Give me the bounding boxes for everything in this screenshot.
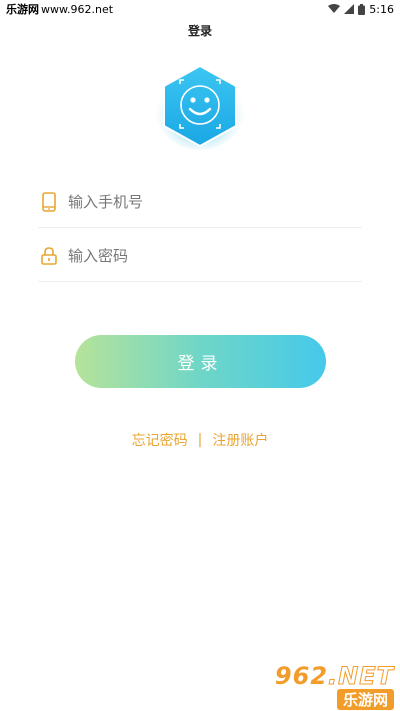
app-logo (156, 62, 244, 150)
smiley-hexagon-icon (156, 65, 244, 150)
password-field-row (38, 230, 362, 282)
watermark-suffix: .NET (328, 662, 394, 690)
register-link[interactable]: 注册账户 (212, 430, 268, 450)
login-form (38, 176, 362, 284)
status-url: www.962.net (41, 2, 114, 16)
status-brand: 乐游网 (6, 3, 39, 16)
login-button[interactable]: 登录 (75, 335, 326, 388)
phone-field-row (38, 176, 362, 228)
login-button-label: 登录 (177, 354, 224, 374)
watermark-site: 962 (274, 662, 329, 690)
wifi-icon (328, 4, 341, 14)
phone-icon (40, 191, 58, 212)
forgot-password-link[interactable]: 忘记密码 (132, 430, 188, 450)
auth-links: 忘记密码 | 注册账户 (0, 430, 400, 450)
signal-icon (344, 4, 355, 14)
watermark-name: 乐游网 (336, 689, 394, 710)
status-bar: 乐游网 www.962.net 5:16 (0, 0, 400, 18)
page-title: 登录 (187, 24, 212, 38)
password-input[interactable] (68, 246, 328, 265)
lock-icon (40, 246, 58, 266)
phone-input[interactable] (68, 192, 328, 211)
site-watermark: 962.NET 乐游网 (262, 662, 394, 710)
status-time: 5:16 (369, 2, 394, 16)
status-left: 乐游网 www.962.net (6, 1, 113, 17)
status-right: 5:16 (328, 3, 394, 16)
link-separator: | (197, 432, 203, 448)
watermark-logo: 962.NET (274, 662, 394, 690)
battery-icon (358, 3, 366, 15)
